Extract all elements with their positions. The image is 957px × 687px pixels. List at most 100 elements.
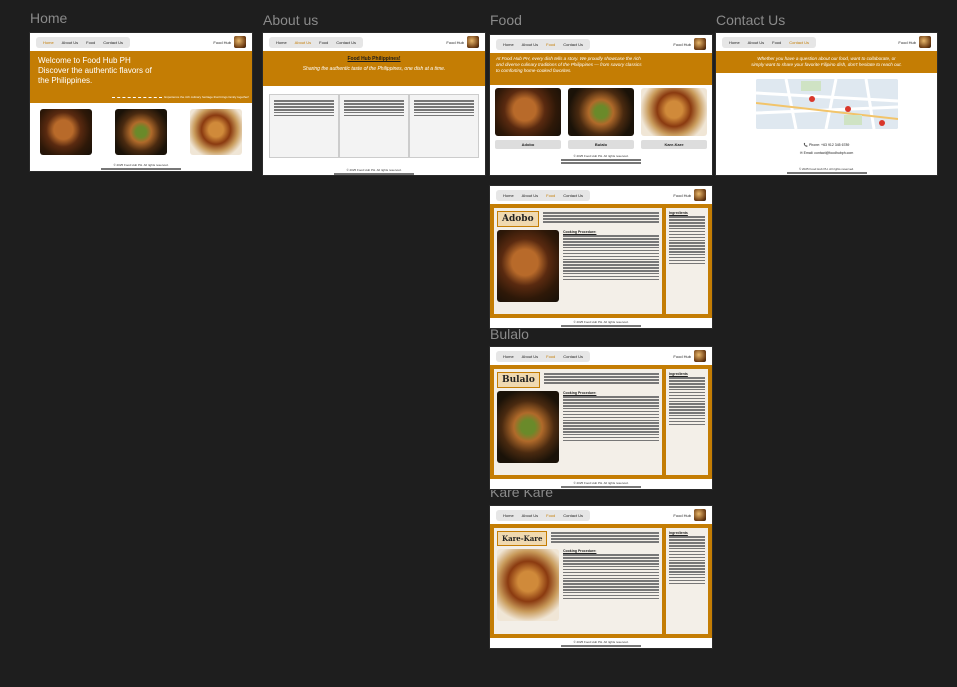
contact-phone[interactable]: 📞 Phone: +63 912 345 6789: [716, 143, 937, 147]
procedure-heading: Cooking Procedure:: [563, 549, 597, 553]
logo-icon[interactable]: [694, 509, 706, 521]
nav-food[interactable]: Food: [543, 512, 558, 519]
dish-button-adobo[interactable]: Adobo: [495, 140, 561, 149]
map[interactable]: [755, 79, 898, 129]
nav-contact[interactable]: Contact Us: [560, 41, 586, 48]
dish-button-bulalo[interactable]: Bulalo: [568, 140, 634, 149]
footer: © 2025 Food Hub PH. All rights reserved.: [490, 638, 712, 648]
hero-line-1: Welcome to Food Hub PH: [38, 56, 131, 65]
nav-about[interactable]: About Us: [292, 39, 314, 46]
nav-contact[interactable]: Contact Us: [560, 353, 586, 360]
logo-icon[interactable]: [694, 350, 706, 362]
about-title: Food Hub Philippines!: [347, 56, 401, 62]
frame-label-contact: Contact Us: [716, 12, 786, 28]
recipe-image: [497, 391, 559, 463]
nav-about[interactable]: About Us: [519, 192, 541, 199]
footer: © 2025 Food Hub PH. All rights reserved.: [490, 318, 712, 328]
nav-home[interactable]: Home: [273, 39, 290, 46]
adobo-frame[interactable]: Home About Us Food Contact Us Food Hub A…: [490, 186, 712, 328]
footer: © 2025 Food Hub PH. All rights reserved.: [263, 166, 485, 175]
nav-food[interactable]: Food: [543, 353, 558, 360]
ingredients-heading: Ingredients: [669, 372, 688, 376]
frame-label-food: Food: [490, 12, 522, 28]
ingredients-panel: Ingredients: [666, 369, 708, 475]
frame-label-home: Home: [30, 10, 68, 26]
about-card: [409, 94, 479, 158]
nav-about[interactable]: About Us: [519, 41, 541, 48]
logo-icon[interactable]: [919, 36, 931, 48]
nav-home[interactable]: Home: [500, 192, 517, 199]
food-banner: At Food Hub PH, every dish tells a story…: [490, 53, 712, 85]
brand-name: Food Hub: [446, 39, 464, 45]
dish-button-kare[interactable]: Kare-Kare: [641, 140, 707, 149]
footer: © 2025 Food Hub PH. All rights reserved.: [30, 161, 252, 171]
logo-icon[interactable]: [694, 189, 706, 201]
brand-name: Food Hub: [673, 512, 691, 518]
logo-icon[interactable]: [234, 36, 246, 48]
footer: © 2025 Food Hub PH. All rights reserved.: [716, 165, 937, 175]
frame-label-bulalo: Bulalo: [490, 326, 529, 342]
ingredients-heading: Ingredients: [669, 211, 688, 215]
footer: © 2025 Food Hub PH. All rights reserved.: [490, 479, 712, 489]
about-card: [339, 94, 409, 158]
nav-home[interactable]: Home: [500, 353, 517, 360]
recipe-panel: Adobo Cooking Procedure: Ingredients: [490, 204, 712, 318]
food-gallery: Adobo Bulalo Kare-Kare: [490, 85, 712, 152]
nav-about[interactable]: About Us: [519, 353, 541, 360]
dish-image-adobo[interactable]: [40, 109, 92, 155]
about-cards: [263, 86, 485, 166]
ingredients-heading: Ingredients: [669, 531, 688, 535]
logo-icon[interactable]: [694, 38, 706, 50]
dish-image-bulalo: [568, 88, 634, 136]
dish-image-kare[interactable]: [190, 109, 242, 155]
nav-home[interactable]: Home: [500, 41, 517, 48]
map-pin-icon: [878, 120, 885, 126]
nav-contact[interactable]: Contact Us: [333, 39, 359, 46]
nav-about[interactable]: About Us: [59, 39, 81, 46]
nav-about[interactable]: About Us: [519, 512, 541, 519]
dish-card-kare[interactable]: Kare-Kare: [641, 88, 707, 149]
contact-frame[interactable]: Home About Us Food Contact Us Food Hub W…: [716, 33, 937, 175]
nav-food[interactable]: Food: [543, 192, 558, 199]
nav-food[interactable]: Food: [316, 39, 331, 46]
nav-food[interactable]: Food: [543, 41, 558, 48]
home-frame[interactable]: Home About Us Food Contact Us Food Hub W…: [30, 33, 252, 171]
nav-pill: Home About Us Food Contact Us: [36, 36, 131, 48]
navbar: Home About Us Food Contact Us Food Hub: [490, 347, 712, 365]
recipe-title: Bulalo: [497, 372, 540, 388]
navbar: Home About Us Food Contact Us Food Hub: [263, 33, 485, 51]
recipe-image: [497, 230, 559, 302]
contact-email[interactable]: ✉ Email: contact@foodhubph.com: [716, 151, 937, 155]
map-pin-icon: [808, 96, 815, 102]
brand-name: Food Hub: [898, 39, 916, 45]
nav-home[interactable]: Home: [40, 39, 57, 46]
dish-image-bulalo[interactable]: [115, 109, 167, 155]
dish-card-bulalo[interactable]: Bulalo: [568, 88, 634, 149]
nav-contact[interactable]: Contact Us: [786, 39, 812, 46]
procedure-heading: Cooking Procedure:: [563, 391, 597, 395]
ingredients-panel: Ingredients: [666, 208, 708, 314]
home-gallery: [30, 103, 252, 161]
nav-pill: Home About Us Food Contact Us: [269, 36, 364, 48]
nav-about[interactable]: About Us: [745, 39, 767, 46]
nav-food[interactable]: Food: [83, 39, 98, 46]
hero-line-2: Discover the authentic flavors of: [38, 66, 152, 75]
brand-name: Food Hub: [673, 41, 691, 47]
dish-image-kare: [641, 88, 707, 136]
bulalo-frame[interactable]: Home About Us Food Contact Us Food Hub B…: [490, 347, 712, 489]
nav-contact[interactable]: Contact Us: [100, 39, 126, 46]
footer-copyright: © 2025 Food Hub PH. All rights reserved.: [346, 168, 402, 172]
kare-frame[interactable]: Home About Us Food Contact Us Food Hub K…: [490, 506, 712, 648]
food-frame[interactable]: Home About Us Food Contact Us Food Hub A…: [490, 35, 712, 175]
recipe-title: Adobo: [497, 211, 539, 227]
map-pin-icon: [844, 106, 851, 112]
map-graphic: [755, 79, 898, 129]
dish-card-adobo[interactable]: Adobo: [495, 88, 561, 149]
nav-home[interactable]: Home: [726, 39, 743, 46]
nav-contact[interactable]: Contact Us: [560, 192, 586, 199]
nav-contact[interactable]: Contact Us: [560, 512, 586, 519]
nav-home[interactable]: Home: [500, 512, 517, 519]
nav-food[interactable]: Food: [769, 39, 784, 46]
logo-icon[interactable]: [467, 36, 479, 48]
about-frame[interactable]: Home About Us Food Contact Us Food Hub F…: [263, 33, 485, 175]
